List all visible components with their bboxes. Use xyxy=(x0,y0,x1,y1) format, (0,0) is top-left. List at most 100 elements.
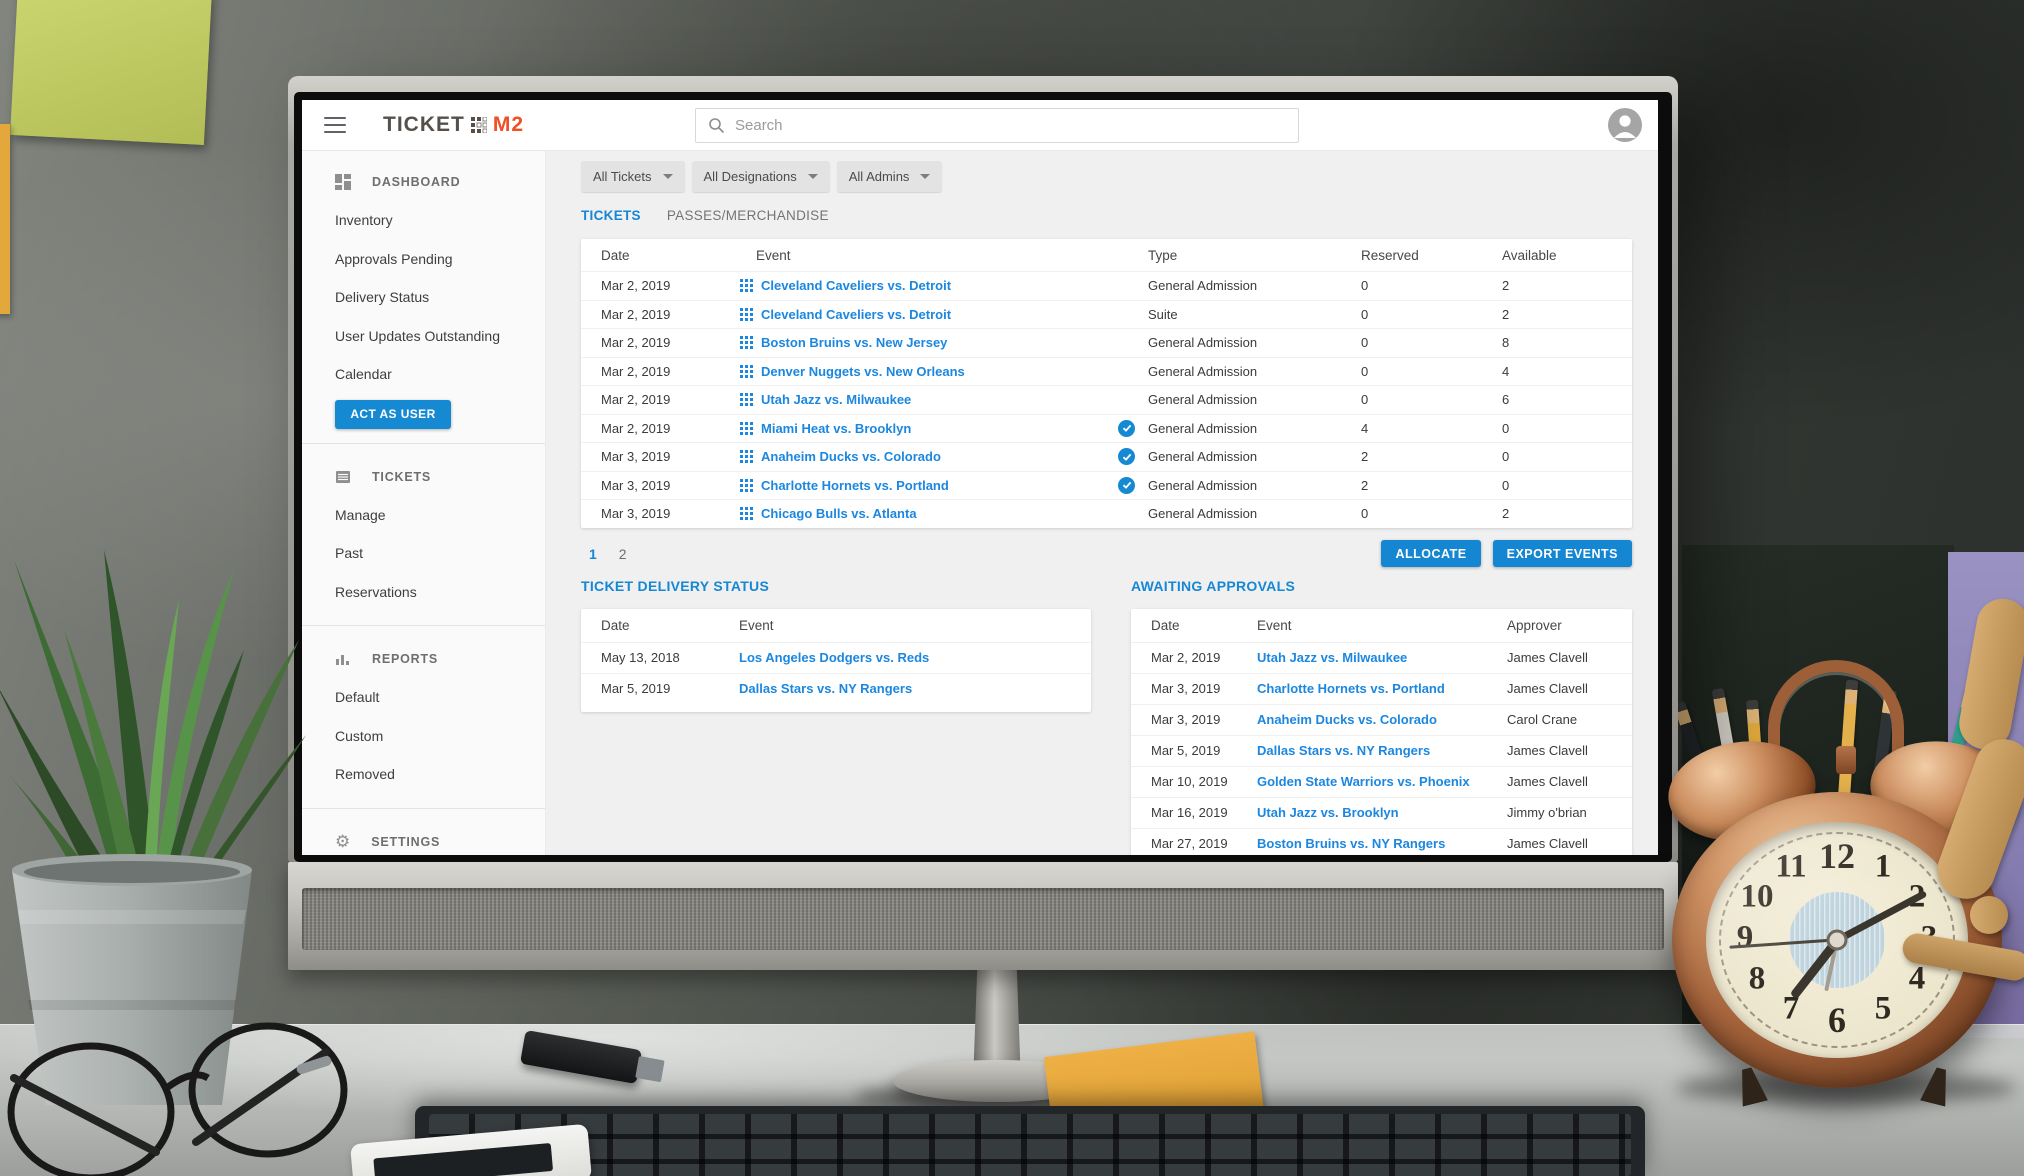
clock-knob xyxy=(1836,746,1856,774)
table-row: Mar 2, 2019 Utah Jazz vs. Milwaukee Gene… xyxy=(581,385,1632,414)
col-header-type: Type xyxy=(1148,248,1361,263)
event-grid-icon xyxy=(740,422,753,435)
cell-reserved: 2 xyxy=(1361,449,1502,464)
cell-type: General Admission xyxy=(1148,335,1361,350)
tab-tickets[interactable]: TICKETS xyxy=(581,208,641,223)
sidebar-item-default[interactable]: Default xyxy=(302,678,545,717)
event-link[interactable]: Golden State Warriors vs. Phoenix xyxy=(1257,774,1470,789)
cell-available: 8 xyxy=(1502,335,1632,350)
desk-scene: TICKET M2 Search xyxy=(0,0,2024,1176)
event-link[interactable]: Utah Jazz vs. Brooklyn xyxy=(1257,805,1399,820)
event-grid-icon xyxy=(740,507,753,520)
cell-reserved: 4 xyxy=(1361,421,1502,436)
cell-type: Suite xyxy=(1148,307,1361,322)
cell-type: General Admission xyxy=(1148,421,1361,436)
cell-type: General Admission xyxy=(1148,392,1361,407)
sidebar-item-reservations[interactable]: Reservations xyxy=(302,573,545,612)
cell-date: Mar 2, 2019 xyxy=(581,392,740,407)
col-header-available: Available xyxy=(1502,248,1632,263)
event-link[interactable]: Utah Jazz vs. Milwaukee xyxy=(761,392,911,407)
cell-approver: James Clavell xyxy=(1507,836,1632,851)
app-body: DASHBOARD Inventory Approvals Pending De… xyxy=(302,151,1658,855)
logo-grid-icon xyxy=(471,117,487,133)
col-header-event: Event xyxy=(739,618,1091,633)
logo-suffix: M2 xyxy=(493,113,524,137)
cell-reserved: 0 xyxy=(1361,506,1502,521)
cell-approver: Jimmy o'brian xyxy=(1507,805,1632,820)
event-link[interactable]: Chicago Bulls vs. Atlanta xyxy=(761,506,917,521)
cell-approver: James Clavell xyxy=(1507,650,1632,665)
cell-type: General Admission xyxy=(1148,278,1361,293)
cell-type: General Admission xyxy=(1148,478,1361,493)
cell-date: Mar 3, 2019 xyxy=(581,478,740,493)
act-as-user-button[interactable]: ACT AS USER xyxy=(335,400,451,429)
event-link[interactable]: Charlotte Hornets vs. Portland xyxy=(761,478,949,493)
sidebar-section-tickets[interactable]: TICKETS xyxy=(302,458,545,496)
sidebar-item-approvals-pending[interactable]: Approvals Pending xyxy=(302,240,545,279)
event-link[interactable]: Anaheim Ducks vs. Colorado xyxy=(761,449,941,464)
event-link[interactable]: Denver Nuggets vs. New Orleans xyxy=(761,364,965,379)
table-row: Mar 2, 2019 Denver Nuggets vs. New Orlea… xyxy=(581,357,1632,386)
filter-bar: All Tickets All Designations All Admins xyxy=(581,161,1632,192)
event-link[interactable]: Dallas Stars vs. NY Rangers xyxy=(1257,743,1430,758)
filter-all-tickets[interactable]: All Tickets xyxy=(581,161,685,192)
approvals-section-title: AWAITING APPROVALS xyxy=(1131,578,1632,596)
cell-reserved: 0 xyxy=(1361,278,1502,293)
tickets-table-header: Date Event Type Reserved Available xyxy=(581,239,1632,271)
table-row: Mar 3, 2019 Charlotte Hornets vs. Portla… xyxy=(581,471,1632,500)
event-link[interactable]: Cleveland Caveliers vs. Detroit xyxy=(761,278,951,293)
sidebar-section-dashboard[interactable]: DASHBOARD xyxy=(302,163,545,201)
user-avatar[interactable] xyxy=(1608,108,1642,142)
cell-approver: Carol Crane xyxy=(1507,712,1632,727)
wooden-hand-joint xyxy=(1970,896,2008,934)
sidebar-section-label: DASHBOARD xyxy=(372,175,460,189)
event-link[interactable]: Utah Jazz vs. Milwaukee xyxy=(1257,650,1407,665)
awaiting-approvals-section: AWAITING APPROVALS Date Event Approver M… xyxy=(1131,578,1632,856)
page-1[interactable]: 1 xyxy=(589,546,597,562)
event-grid-icon xyxy=(740,336,753,349)
event-link[interactable]: Boston Bruins vs. New Jersey xyxy=(761,335,947,350)
filter-label: All Tickets xyxy=(593,169,652,184)
cell-date: Mar 2, 2019 xyxy=(581,364,740,379)
export-events-button[interactable]: EXPORT EVENTS xyxy=(1493,540,1632,567)
event-link[interactable]: Cleveland Caveliers vs. Detroit xyxy=(761,307,951,322)
table-row: Mar 2, 2019 Utah Jazz vs. Milwaukee Jame… xyxy=(1131,642,1632,673)
sidebar-item-manage[interactable]: Manage xyxy=(302,496,545,535)
cell-available: 0 xyxy=(1502,421,1632,436)
hamburger-menu-icon[interactable] xyxy=(324,117,346,133)
tab-passes-merchandise[interactable]: PASSES/MERCHANDISE xyxy=(667,208,829,223)
event-link[interactable]: Anaheim Ducks vs. Colorado xyxy=(1257,712,1437,727)
sidebar-divider xyxy=(302,625,545,626)
sidebar-section-reports[interactable]: REPORTS xyxy=(302,640,545,678)
event-link[interactable]: Los Angeles Dodgers vs. Reds xyxy=(739,650,929,665)
event-link[interactable]: Charlotte Hornets vs. Portland xyxy=(1257,681,1445,696)
filter-label: All Designations xyxy=(704,169,797,184)
filter-all-designations[interactable]: All Designations xyxy=(692,161,830,192)
cell-date: May 13, 2018 xyxy=(581,650,739,665)
sidebar-item-user-updates-outstanding[interactable]: User Updates Outstanding xyxy=(302,317,545,356)
event-link[interactable]: Miami Heat vs. Brooklyn xyxy=(761,421,911,436)
cell-date: Mar 3, 2019 xyxy=(581,449,740,464)
sticky-note-orange xyxy=(0,124,10,314)
sidebar-divider xyxy=(302,443,545,444)
sidebar-item-past[interactable]: Past xyxy=(302,534,545,573)
monitor-speaker-grille xyxy=(302,888,1664,950)
sidebar-item-removed[interactable]: Removed xyxy=(302,755,545,794)
grass-leaves xyxy=(0,550,306,892)
sidebar-section-settings[interactable]: ⚙ SETTINGS xyxy=(302,823,545,856)
page-2[interactable]: 2 xyxy=(619,546,627,562)
table-row: Mar 3, 2019 Chicago Bulls vs. Atlanta Ge… xyxy=(581,499,1632,528)
table-row: Mar 16, 2019 Utah Jazz vs. Brooklyn Jimm… xyxy=(1131,797,1632,828)
event-link[interactable]: Boston Bruins vs. NY Rangers xyxy=(1257,836,1445,851)
filter-all-admins[interactable]: All Admins xyxy=(837,161,943,192)
allocate-button[interactable]: ALLOCATE xyxy=(1381,540,1480,567)
sidebar-item-inventory[interactable]: Inventory xyxy=(302,201,545,240)
sidebar-item-delivery-status[interactable]: Delivery Status xyxy=(302,278,545,317)
logo-text: TICKET xyxy=(383,113,465,137)
event-grid-icon xyxy=(740,308,753,321)
sidebar-item-calendar[interactable]: Calendar xyxy=(302,355,545,394)
col-header-date: Date xyxy=(1131,618,1257,633)
event-link[interactable]: Dallas Stars vs. NY Rangers xyxy=(739,681,912,696)
sidebar-item-custom[interactable]: Custom xyxy=(302,717,545,756)
search-input[interactable]: Search xyxy=(695,108,1299,143)
